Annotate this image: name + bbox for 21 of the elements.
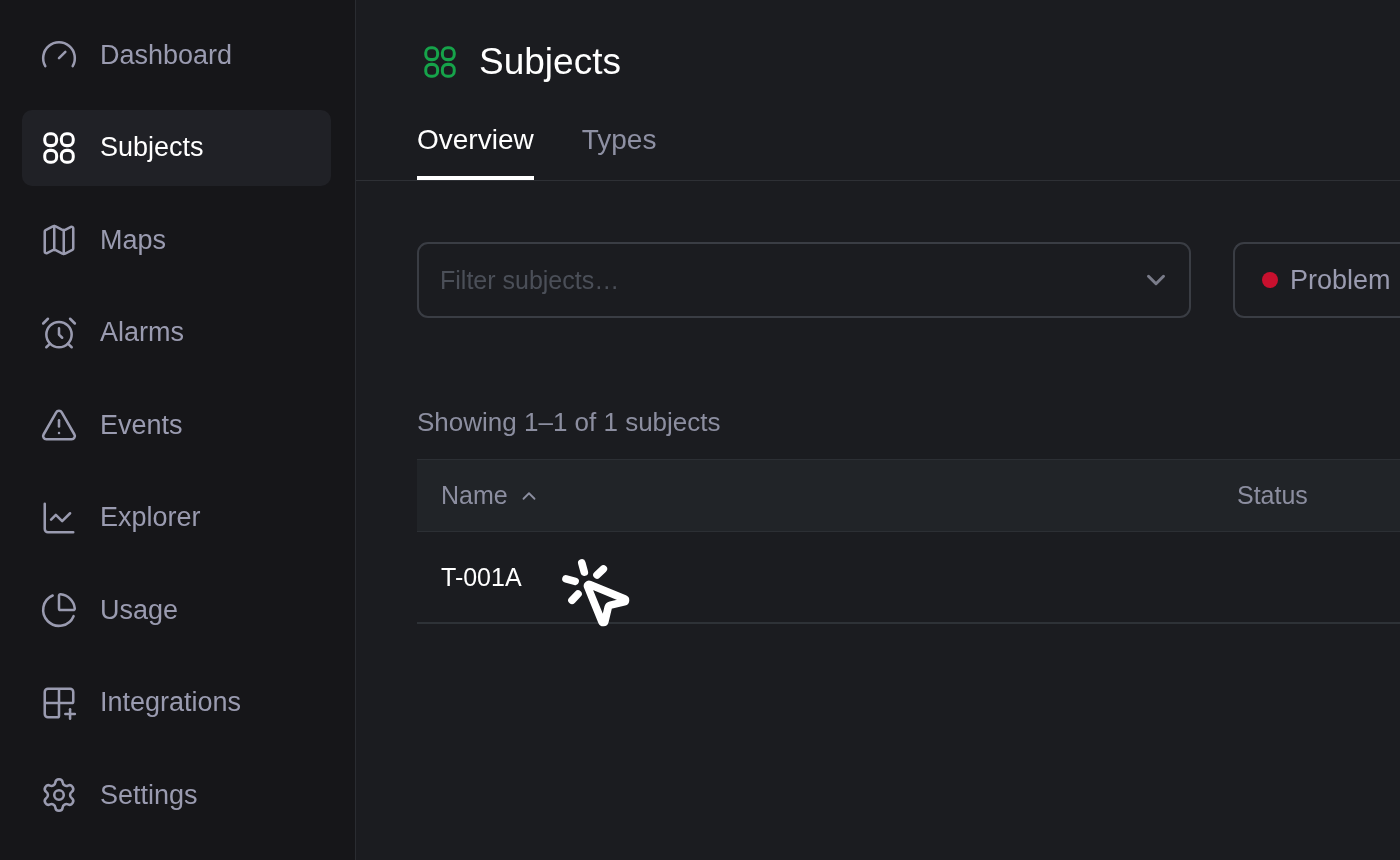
tab[interactable]: Overview [417,112,534,180]
settings-icon [40,776,78,814]
results-summary: Showing 1–1 of 1 subjects [417,406,722,438]
tab[interactable]: Types [581,112,657,180]
sidebar-item[interactable]: Explorer [22,479,331,556]
sidebar-item[interactable]: Events [22,387,331,463]
sidebar-item[interactable]: Maps [22,202,331,278]
grid-icon [421,43,459,81]
table-cell: T-001A [441,562,522,592]
sidebar-item[interactable]: Settings [22,757,331,833]
status-filter-button[interactable]: Problem [1233,242,1400,318]
column-header[interactable]: Status [1237,481,1308,510]
sidebar-item[interactable]: Dashboard [22,17,331,93]
column-header[interactable]: Name [441,481,508,510]
filter-field[interactable]: Filter subjects… [417,242,1191,318]
sidebar-item[interactable]: Subjects [22,109,331,186]
sidebar-item[interactable]: Usage [22,572,331,648]
sidebar-item[interactable]: Alarms [22,294,331,371]
pie-chart-icon [40,591,78,629]
page-title: Subjects [479,41,621,83]
sidebar-item[interactable]: Integrations [22,664,331,741]
